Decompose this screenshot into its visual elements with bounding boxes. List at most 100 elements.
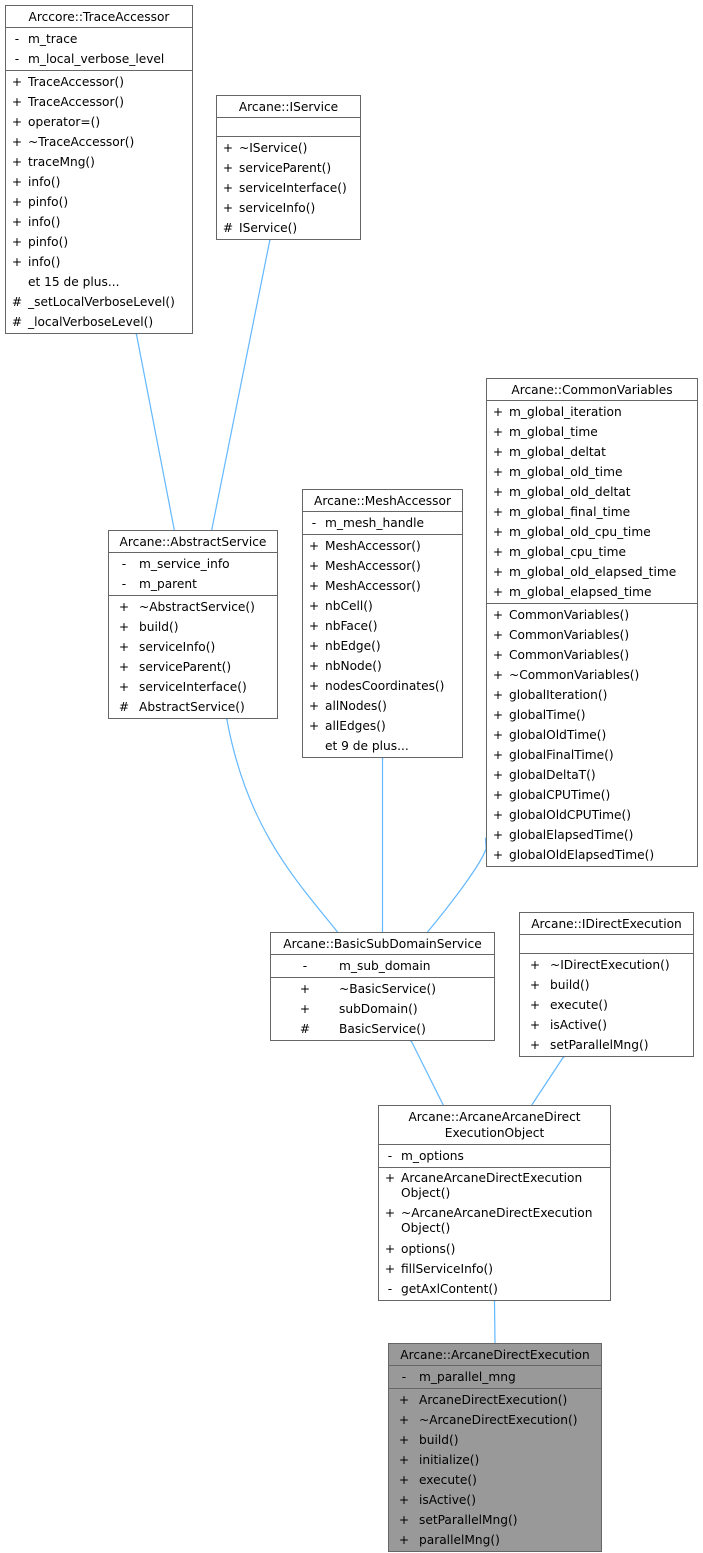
class-method[interactable]: + pinfo() xyxy=(6,232,192,252)
class-method[interactable]: # _setLocalVerboseLevel() xyxy=(6,292,192,312)
class-attribute[interactable]: + m_global_time xyxy=(487,422,697,442)
class-method[interactable]: + nbFace() xyxy=(303,616,462,636)
class-method[interactable]: + allNodes() xyxy=(303,696,462,716)
class-method[interactable]: + initialize() xyxy=(389,1450,601,1470)
class-method[interactable]: + isActive() xyxy=(520,1015,693,1035)
class-method[interactable]: + serviceParent() xyxy=(109,657,277,677)
class-method[interactable]: + nbNode() xyxy=(303,656,462,676)
class-attribute[interactable]: + m_global_elapsed_time xyxy=(487,582,697,602)
class-method[interactable]: + globalFinalTime() xyxy=(487,745,697,765)
class-box-arcane-arcane-direct-execution-object[interactable]: Arcane::ArcaneArcaneDirect ExecutionObjec… xyxy=(378,1105,611,1301)
class-method[interactable]: + serviceInfo() xyxy=(217,198,360,218)
class-box-arcane-direct-execution[interactable]: Arcane::ArcaneDirectExecution - m_parallel… xyxy=(388,1343,602,1552)
class-method[interactable]: - getAxlContent() xyxy=(379,1279,610,1299)
class-method[interactable]: # AbstractService() xyxy=(109,697,277,717)
class-box-trace-accessor[interactable]: Arccore::TraceAccessor - m_trace - m_local_v… xyxy=(5,5,193,334)
class-method[interactable]: + ~ArcaneDirectExecution() xyxy=(389,1410,601,1430)
class-method[interactable]: # IService() xyxy=(217,218,360,238)
class-method[interactable]: + globalOldTime() xyxy=(487,725,697,745)
class-name[interactable]: Arccore::TraceAccessor xyxy=(6,6,192,28)
class-method[interactable]: + execute() xyxy=(389,1470,601,1490)
class-attribute[interactable]: + m_global_final_time xyxy=(487,502,697,522)
class-method[interactable]: + ArcaneDirectExecution() xyxy=(389,1390,601,1410)
class-method[interactable]: + parallelMng() xyxy=(389,1530,601,1550)
class-method[interactable]: + MeshAccessor() xyxy=(303,556,462,576)
class-method[interactable]: + allEdges() xyxy=(303,716,462,736)
class-method[interactable]: # BasicService() xyxy=(271,1019,494,1039)
class-method[interactable]: + isActive() xyxy=(389,1490,601,1510)
class-method[interactable]: + options() xyxy=(379,1239,610,1259)
class-box-basic-sub-domain-service[interactable]: Arcane::BasicSubDomainService - m_sub_doma… xyxy=(270,932,495,1041)
class-method[interactable]: + build() xyxy=(109,617,277,637)
class-method[interactable]: et 9 de plus... xyxy=(303,736,462,756)
class-method[interactable]: + ArcaneArcaneDirectExecution Object() xyxy=(379,1169,610,1204)
class-name[interactable]: Arcane::ArcaneDirectExecution xyxy=(389,1344,601,1366)
class-method[interactable]: + serviceInfo() xyxy=(109,637,277,657)
class-method[interactable]: + traceMng() xyxy=(6,152,192,172)
class-box-iservice[interactable]: Arcane::IService+ ~IService() + servicePare… xyxy=(216,95,361,240)
class-method[interactable]: + ~CommonVariables() xyxy=(487,665,697,685)
class-method[interactable]: + MeshAccessor() xyxy=(303,536,462,556)
class-attribute[interactable]: - m_local_verbose_level xyxy=(6,49,192,69)
class-attribute[interactable]: + m_global_old_time xyxy=(487,462,697,482)
class-name[interactable]: Arcane::IService xyxy=(217,96,360,118)
class-method[interactable]: + nbEdge() xyxy=(303,636,462,656)
class-attribute[interactable]: - m_service_info xyxy=(109,554,277,574)
class-name[interactable]: Arcane::AbstractService xyxy=(109,531,277,553)
class-method[interactable]: + globalElapsedTime() xyxy=(487,825,697,845)
class-name[interactable]: Arcane::IDirectExecution xyxy=(520,913,693,935)
class-method[interactable]: + ~IService() xyxy=(217,138,360,158)
class-attribute[interactable]: + m_global_cpu_time xyxy=(487,542,697,562)
class-method[interactable]: + build() xyxy=(520,975,693,995)
class-method[interactable]: + globalOldCPUTime() xyxy=(487,805,697,825)
class-method[interactable]: + nbCell() xyxy=(303,596,462,616)
class-method[interactable]: + execute() xyxy=(520,995,693,1015)
class-method[interactable]: + CommonVariables() xyxy=(487,605,697,625)
class-attribute[interactable]: - m_parallel_mng xyxy=(389,1367,601,1387)
class-method[interactable]: + info() xyxy=(6,172,192,192)
class-method[interactable]: + serviceInterface() xyxy=(109,677,277,697)
class-attribute[interactable]: - m_trace xyxy=(6,29,192,49)
class-box-mesh-accessor[interactable]: Arcane::MeshAccessor - m_mesh_handle+ MeshA… xyxy=(302,489,463,758)
class-box-abstract-service[interactable]: Arcane::AbstractService - m_service_info - m… xyxy=(108,530,278,719)
class-method[interactable]: + fillServiceInfo() xyxy=(379,1259,610,1279)
class-method[interactable]: + setParallelMng() xyxy=(520,1035,693,1055)
class-attribute[interactable]: + m_global_iteration xyxy=(487,402,697,422)
class-box-idirect-execution[interactable]: Arcane::IDirectExecution+ ~IDirectExecuti… xyxy=(519,912,694,1057)
class-attribute[interactable]: + m_global_old_cpu_time xyxy=(487,522,697,542)
class-name[interactable]: Arcane::BasicSubDomainService xyxy=(271,933,494,955)
class-method[interactable]: + setParallelMng() xyxy=(389,1510,601,1530)
class-method[interactable]: + operator=() xyxy=(6,112,192,132)
class-method[interactable]: + serviceInterface() xyxy=(217,178,360,198)
class-method[interactable]: + MeshAccessor() xyxy=(303,576,462,596)
class-method[interactable]: + ~ArcaneArcaneDirectExecution Object() xyxy=(379,1204,610,1239)
class-method[interactable]: + globalCPUTime() xyxy=(487,785,697,805)
class-attribute[interactable]: + m_global_old_deltat xyxy=(487,482,697,502)
class-attribute[interactable]: + m_global_old_elapsed_time xyxy=(487,562,697,582)
class-method[interactable]: + globalIteration() xyxy=(487,685,697,705)
class-method[interactable]: + TraceAccessor() xyxy=(6,72,192,92)
class-method[interactable]: + ~IDirectExecution() xyxy=(520,955,693,975)
class-method[interactable]: + globalDeltaT() xyxy=(487,765,697,785)
class-method[interactable]: + nodesCoordinates() xyxy=(303,676,462,696)
class-box-common-variables[interactable]: Arcane::CommonVariables + m_global_iterati… xyxy=(486,378,698,867)
class-method[interactable]: + info() xyxy=(6,252,192,272)
class-method[interactable]: + TraceAccessor() xyxy=(6,92,192,112)
class-method[interactable]: + globalOldElapsedTime() xyxy=(487,845,697,865)
class-method[interactable]: + CommonVariables() xyxy=(487,625,697,645)
class-method[interactable]: + serviceParent() xyxy=(217,158,360,178)
class-name[interactable]: Arcane::MeshAccessor xyxy=(303,490,462,512)
class-attribute[interactable]: - m_mesh_handle xyxy=(303,513,462,533)
class-method[interactable]: + info() xyxy=(6,212,192,232)
class-method[interactable]: + ~BasicService() xyxy=(271,979,494,999)
class-method[interactable]: + build() xyxy=(389,1430,601,1450)
class-method[interactable]: + pinfo() xyxy=(6,192,192,212)
class-method[interactable]: + ~AbstractService() xyxy=(109,597,277,617)
class-name[interactable]: Arcane::CommonVariables xyxy=(487,379,697,401)
class-attribute[interactable]: - m_sub_domain xyxy=(271,956,494,976)
class-method[interactable]: et 15 de plus... xyxy=(6,272,192,292)
class-attribute[interactable]: + m_global_deltat xyxy=(487,442,697,462)
class-method[interactable]: + globalTime() xyxy=(487,705,697,725)
class-name[interactable]: Arcane::ArcaneArcaneDirect ExecutionObjec… xyxy=(379,1106,610,1145)
class-method[interactable]: + CommonVariables() xyxy=(487,645,697,665)
